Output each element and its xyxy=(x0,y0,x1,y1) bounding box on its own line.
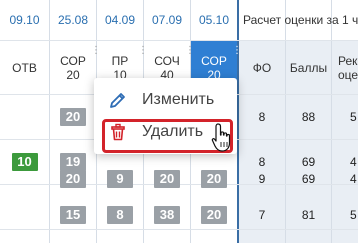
col-header-label: Баллы xyxy=(289,60,328,75)
fo-cell: 8 xyxy=(258,110,266,124)
col-header-label: ПР xyxy=(111,53,129,68)
grade-badge: 20 xyxy=(154,170,180,188)
date-header: 07.09 xyxy=(151,13,183,27)
date-header: 25.08 xyxy=(57,13,89,27)
col-header-reko[interactable]: Реко оцен xyxy=(332,41,358,94)
col-header-fo[interactable]: ФО xyxy=(239,41,285,94)
grade-badge: 8 xyxy=(107,206,133,224)
col-header-sor[interactable]: СОР 20 ⋮ xyxy=(50,41,101,94)
reko-cell: 5 xyxy=(350,110,357,124)
reko-cell: 5 xyxy=(350,208,357,222)
date-header: 09.10 xyxy=(9,13,40,27)
grade-badge: 20 xyxy=(60,170,86,188)
edit-label: Изменить xyxy=(142,91,215,108)
calc-title: Расчет оценки за 1 ч xyxy=(243,13,358,27)
grade-badge: 10 xyxy=(11,153,38,171)
grade-badge: 9 xyxy=(107,170,133,188)
grade-badge: 20 xyxy=(201,170,227,188)
fo-cell: 7 xyxy=(258,208,266,222)
col-header-label: СОР xyxy=(201,53,227,68)
col-header-label: ФО xyxy=(252,60,272,75)
grade-cell[interactable]: 20 xyxy=(50,95,96,139)
grade-badge: 20 xyxy=(201,206,227,224)
grade-badge: 38 xyxy=(154,206,180,224)
grade-cell[interactable]: 38 xyxy=(144,193,190,237)
col-header-otv[interactable]: ОТВ xyxy=(0,41,49,94)
grade-cell[interactable]: 20 xyxy=(191,193,237,237)
pencil-icon xyxy=(108,90,128,110)
edit-menu-item[interactable]: Изменить xyxy=(94,84,237,116)
date-header: 04.09 xyxy=(104,13,136,27)
hand-cursor-icon xyxy=(211,123,231,152)
col-header-label: оцен xyxy=(338,67,358,82)
col-header-bally[interactable]: Баллы xyxy=(286,41,331,94)
bally-cell: 81 xyxy=(301,208,316,222)
grade-cell[interactable]: 8 xyxy=(97,193,143,237)
grade-cell[interactable]: 10 xyxy=(0,140,49,184)
more-vertical-icon[interactable]: ⋮ xyxy=(185,46,195,61)
grade-badge: 15 xyxy=(60,206,86,224)
col-header-label: ОТВ xyxy=(12,60,37,75)
grade-badge: 20 xyxy=(60,108,86,126)
date-header: 05.10 xyxy=(198,13,230,27)
grade-cell[interactable]: 15 xyxy=(50,193,96,237)
bally-cell: 88 xyxy=(301,110,316,124)
col-header-max: 20 xyxy=(66,67,80,82)
more-vertical-icon[interactable]: ⋮ xyxy=(138,46,148,61)
col-header-label: Реко xyxy=(338,53,358,68)
more-vertical-icon[interactable]: ⋮ xyxy=(232,46,242,61)
col-header-label: СОЧ xyxy=(154,53,180,68)
col-header-label: СОР xyxy=(60,53,86,68)
more-vertical-icon[interactable]: ⋮ xyxy=(91,46,101,61)
